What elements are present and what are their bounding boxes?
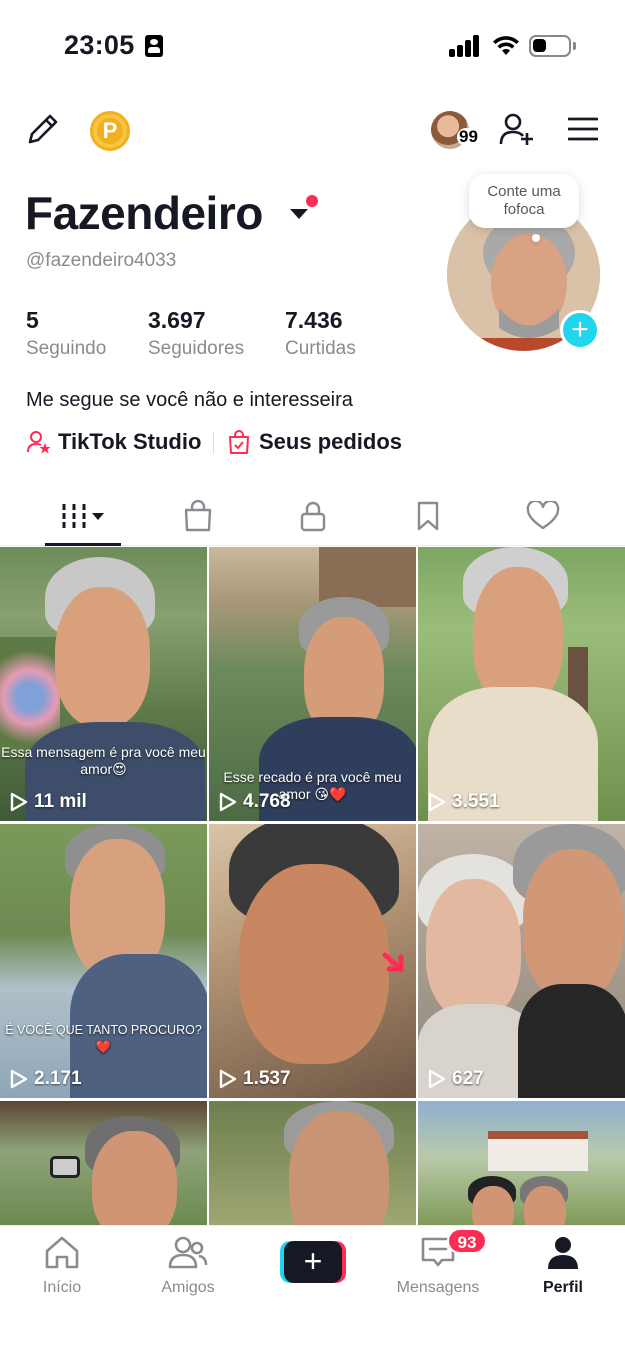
stat-followers-value: 3.697 [148,307,206,333]
profile-bio: Me segue se você não e interesseira [26,389,353,411]
account-dropdown-caret-icon[interactable] [290,209,308,219]
nav-messages-label: Mensagens [396,1279,480,1296]
video-views: 2.171 [10,1068,82,1090]
bookmark-icon [417,501,439,531]
add-story-plus-button[interactable]: + [560,310,600,350]
creator-star-icon [27,431,51,454]
video-views: 1.537 [219,1068,291,1090]
video-thumbnail[interactable] [418,1101,625,1226]
video-thumbnail[interactable]: 3.551 [418,547,625,821]
create-video-button[interactable]: + [280,1241,346,1283]
video-thumbnail[interactable]: Esse recado é pra você meu amor 😘❤️ 4.76… [209,547,416,821]
plus-icon: + [284,1241,342,1283]
nav-friends[interactable]: Amigos [133,1234,243,1297]
video-caption: É VOCÊ QUE TANTO PROCURO? ❤️ [5,1023,202,1054]
play-icon [10,1069,28,1089]
play-icon [428,792,446,812]
tab-private[interactable] [285,488,341,544]
add-friend-icon[interactable] [498,111,536,147]
stat-following-value: 5 [26,307,39,333]
note-bubble[interactable]: Conte uma fofoca [469,174,579,242]
stat-following[interactable]: 5 Seguindo [26,307,106,360]
nav-home[interactable]: Início [7,1234,117,1297]
orders-link[interactable]: Seus pedidos [227,426,402,458]
stat-following-label: Seguindo [26,338,107,359]
cellular-signal-icon [449,35,481,57]
play-icon [219,792,237,812]
edit-pencil-icon[interactable] [26,112,60,146]
tab-saved[interactable] [400,488,456,544]
tiktok-studio-link[interactable]: TikTok Studio [26,426,201,458]
stat-likes[interactable]: 7.436 Curtidas [285,307,356,360]
lock-icon [300,501,326,532]
video-views-count: 2.171 [34,1068,82,1089]
nav-friends-label: Amigos [161,1279,215,1296]
tab-liked[interactable] [515,488,571,544]
tab-shop[interactable] [170,488,226,544]
video-thumbnail[interactable]: 1.537 [209,824,416,1098]
menu-hamburger-icon[interactable] [568,117,598,141]
video-caption: Essa mensagem é pra você meu amor😍 [1,744,206,777]
video-views-count: 11 mil [34,791,87,812]
profile-person-icon [548,1237,578,1269]
video-views: 11 mil [10,791,87,813]
profile-tabs [0,488,625,546]
stat-likes-label: Curtidas [285,338,356,359]
video-thumbnail[interactable] [0,1101,207,1226]
home-icon [45,1236,79,1269]
profile-handle: @fazendeiro4033 [26,250,177,271]
video-views: 627 [428,1068,484,1090]
tab-videos[interactable] [45,488,121,544]
video-views-count: 1.537 [243,1068,291,1089]
play-icon [428,1069,446,1089]
profile-name: Fazendeiro [25,187,263,239]
shopping-bag-icon [184,500,212,532]
arrow-down-icon [382,952,404,972]
nav-profile[interactable]: Perfil [508,1234,618,1297]
video-thumbnail[interactable]: 627 [418,824,625,1098]
battery-icon [529,35,576,57]
link-divider [213,432,214,454]
messages-unread-badge: 93 [447,1228,487,1254]
stat-followers[interactable]: 3.697 Seguidores [148,307,244,360]
status-time: 23:05 [64,30,135,60]
video-thumbnail[interactable] [209,1101,416,1226]
account-switch-count: 99 [457,127,480,146]
video-thumbnail[interactable]: Essa mensagem é pra você meu amor😍 11 mi… [0,547,207,821]
stat-followers-label: Seguidores [148,338,245,359]
active-tab-indicator [45,543,121,546]
video-views-count: 3.551 [452,791,500,812]
stat-likes-value: 7.436 [285,307,343,333]
status-bar: 23:05 [0,0,625,92]
nav-home-label: Início [42,1279,82,1296]
id-card-icon [145,35,163,57]
grid-columns-icon [62,504,104,528]
heart-icon [526,501,560,530]
video-views-count: 4.768 [243,791,291,812]
notification-dot [306,195,318,207]
orders-label: Seus pedidos [259,429,403,454]
play-icon [219,1069,237,1089]
coins-icon[interactable]: P [90,111,130,151]
video-views: 4.768 [219,791,291,813]
shopping-bag-check-icon [229,430,249,454]
video-views-count: 627 [452,1068,484,1089]
tiktok-studio-label: TikTok Studio [58,429,202,454]
video-thumbnail[interactable]: É VOCÊ QUE TANTO PROCURO? ❤️ 2.171 [0,824,207,1098]
play-icon [10,792,28,812]
friends-icon [168,1236,208,1269]
video-views: 3.551 [428,791,500,813]
wifi-icon [493,36,519,55]
nav-profile-label: Perfil [542,1279,583,1296]
bottom-nav: Início Amigos + Mensagens Perfil [0,1225,625,1357]
